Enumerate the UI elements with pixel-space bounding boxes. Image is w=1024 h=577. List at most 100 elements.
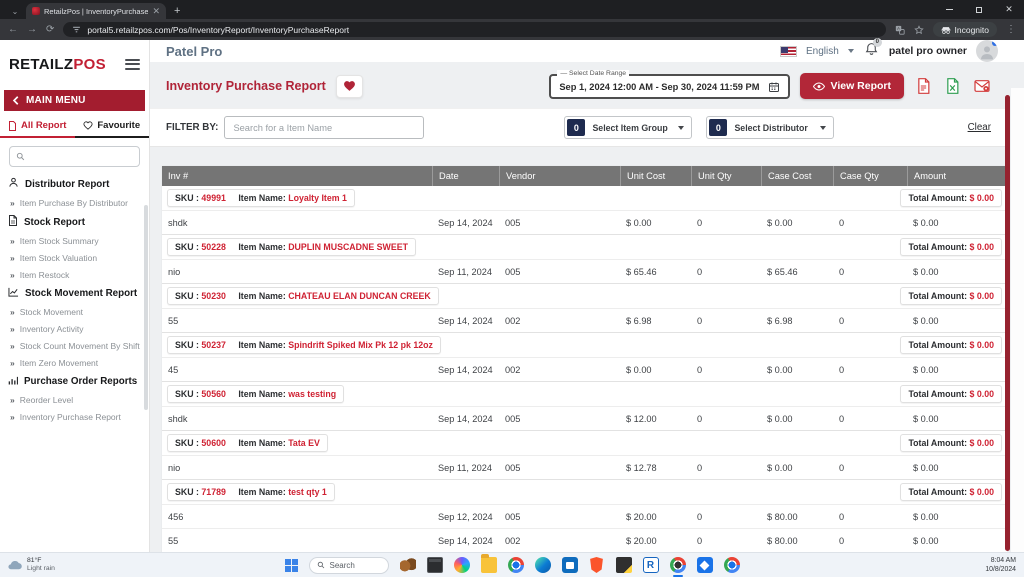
date-range-field[interactable]: Select Date Range Sep 1, 2024 12:00 AM -… [549,69,790,99]
user-name[interactable]: patel pro owner [889,45,967,57]
app-icon-dark-yellow[interactable] [615,557,632,573]
terminal-icon[interactable] [426,557,443,573]
sidebar-section-title[interactable]: Purchase Order Reports [0,371,149,391]
sku-pill: SKU : 50600 Item Name: Tata EV [167,434,328,452]
sidebar-item[interactable]: » Item Zero Movement [0,354,149,371]
table-row[interactable]: shdk Sep 14, 2024 005 $ 0.00 0 $ 0.00 0 … [162,210,1007,234]
page-scrollbar[interactable] [1005,95,1010,551]
sidebar-item[interactable]: » Item Stock Summary [0,232,149,249]
taskbar-search[interactable]: Search [308,556,389,574]
sidebar-item[interactable]: » Reorder Level [0,391,149,408]
address-bar[interactable]: portal5.retailzpos.com/Pos/InventoryRepo… [63,22,886,37]
language-selector[interactable]: English [806,46,839,57]
tab-close-icon[interactable]: ✕ [152,6,160,16]
tab-search-chevron-icon[interactable]: ⌄ [6,4,24,18]
chrome-active-icon[interactable] [669,557,686,577]
sidebar-item[interactable]: » Stock Count Movement By Shift [0,337,149,354]
cell-amount: $ 0.00 [913,267,939,277]
sidebar-section-title[interactable]: Stock Report [0,211,149,232]
refresh-icon[interactable]: ⟳ [46,24,54,35]
notifications-button[interactable]: 0 [865,37,882,61]
sku-value: 50600 [201,438,226,448]
calendar-icon[interactable] [768,81,780,93]
sidebar-item[interactable]: » Item Restock [0,266,149,283]
app-icon-paws[interactable] [399,557,416,573]
tab-strip: ⌄ RetailzPos | InventoryPurchaseReport ✕… [0,0,1024,19]
sidebar-scrollbar[interactable] [144,205,148,410]
sidebar-search-input[interactable] [9,146,140,167]
language-caret-icon[interactable] [847,49,854,53]
sku-value: 50228 [201,242,226,252]
brave-icon[interactable] [590,557,603,573]
microsoft-store-icon[interactable] [561,557,578,573]
cell-date: Sep 14, 2024 [438,365,493,375]
sidebar-item[interactable]: » Item Stock Valuation [0,249,149,266]
heart-icon [343,81,355,91]
table-row[interactable]: 55 Sep 14, 2024 002 $ 6.98 0 $ 6.98 0 $ … [162,308,1007,332]
col-unit-cost: Unit Cost [620,166,691,186]
copilot-icon[interactable] [453,557,470,573]
view-report-button[interactable]: View Report [799,73,904,99]
sku-label: SKU : [175,242,199,252]
total-amount-value: $ 0.00 [969,438,994,448]
item-group-select[interactable]: 0 Select Item Group [564,116,693,139]
retailzpos-app-icon[interactable]: R [642,557,659,573]
site-info-icon[interactable] [72,25,81,34]
main-menu-banner[interactable]: MAIN MENU [4,90,145,111]
eye-icon [812,81,825,91]
sidebar-item[interactable]: » Inventory Activity [0,320,149,337]
table-row[interactable]: 45 Sep 14, 2024 002 $ 0.00 0 $ 0.00 0 $ … [162,357,1007,381]
hamburger-menu-icon[interactable] [125,58,140,70]
distributor-select[interactable]: 0 Select Distributor [706,116,835,139]
weather-condition: Light rain [27,565,55,572]
cell-case-qty: 0 [839,414,845,424]
tab-favourite[interactable]: Favourite [74,115,149,138]
table-row[interactable]: nio Sep 11, 2024 005 $ 12.78 0 $ 0.00 0 … [162,455,1007,479]
sidebar-item[interactable]: » Item Purchase By Distributor [0,194,149,211]
taskbar-clock[interactable]: 8:04 AM 10/8/2024 [985,553,1016,577]
sidebar-section-title[interactable]: Distributor Report [0,173,149,194]
window-maximize-button[interactable] [964,0,994,19]
clear-filters-link[interactable]: Clear [968,122,991,133]
cell-date: Sep 14, 2024 [438,316,493,326]
table-row[interactable]: 456 Sep 12, 2024 005 $ 20.00 0 $ 80.00 0… [162,504,1007,528]
chevron-down-icon [678,125,685,130]
bookmark-star-icon[interactable] [913,24,924,35]
double-arrow-icon: » [10,323,15,334]
table-row[interactable]: shdk Sep 14, 2024 005 $ 12.00 0 $ 0.00 0… [162,406,1007,430]
window-minimize-button[interactable] [934,0,964,19]
avatar[interactable] [976,40,998,62]
filter-by-label: FILTER BY: [166,122,219,133]
export-excel-icon[interactable] [943,77,962,96]
table-row[interactable]: nio Sep 11, 2024 005 $ 65.46 0 $ 65.46 0… [162,259,1007,283]
sidebar-section-title[interactable]: Stock Movement Report [0,283,149,303]
back-icon[interactable]: ← [8,24,18,35]
us-flag-icon [780,45,797,57]
page-gutter [1011,88,1024,552]
tab-all-report[interactable]: All Report [0,115,75,138]
browser-menu-icon[interactable]: ⋮ [1006,24,1016,35]
photos-icon[interactable] [696,557,713,573]
forward-icon[interactable]: → [27,24,37,35]
weather-widget[interactable]: 81°F Light rain [6,557,156,573]
edge-icon[interactable] [534,557,551,573]
sidebar-item[interactable]: » Stock Movement [0,303,149,320]
sidebar-item[interactable]: » Inventory Purchase Report [0,408,149,425]
favourite-heart-button[interactable] [335,74,363,98]
chart-line-icon [8,287,19,300]
browser-tab[interactable]: RetailzPos | InventoryPurchaseReport ✕ [26,3,166,19]
export-pdf-icon[interactable] [914,77,933,96]
window-close-button[interactable]: ✕ [994,0,1024,19]
translate-icon[interactable]: A [895,25,905,35]
table-row[interactable]: 55 Sep 14, 2024 002 $ 20.00 0 $ 80.00 0 … [162,528,1007,552]
windows-start-button[interactable] [284,558,298,572]
chevron-down-icon [820,125,827,130]
email-report-icon[interactable] [972,77,991,96]
chrome-icon[interactable] [507,557,524,573]
double-arrow-icon: » [10,357,15,368]
file-explorer-icon[interactable] [480,554,497,573]
chrome-profile-icon[interactable] [723,557,740,573]
cell-case-cost: $ 0.00 [767,365,793,375]
new-tab-button[interactable]: + [174,5,180,17]
item-name-search-input[interactable] [224,116,425,139]
